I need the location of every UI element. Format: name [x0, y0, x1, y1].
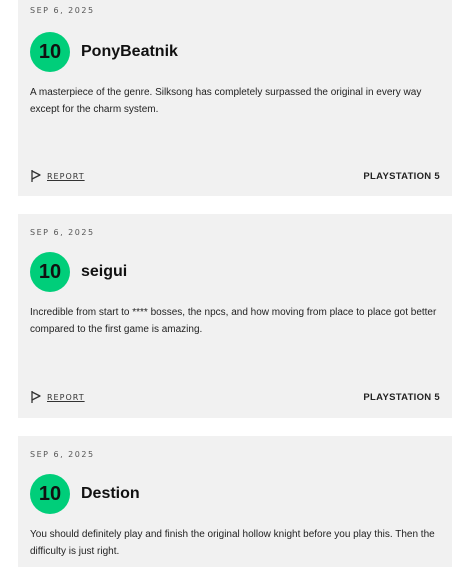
reviewer-name[interactable]: Destion — [81, 485, 140, 503]
reviewer-name[interactable]: seigui — [81, 263, 127, 281]
review-date: SEP 6, 2025 — [30, 228, 95, 237]
reviewer-name[interactable]: PonyBeatnik — [81, 43, 178, 61]
review-text: You should definitely play and finish th… — [30, 529, 435, 557]
review-text: A masterpiece of the genre. Silksong has… — [30, 87, 422, 115]
report-button[interactable]: REPORT — [30, 390, 85, 404]
review-text: Incredible from start to **** bosses, th… — [30, 307, 437, 335]
score-badge: 10 — [30, 474, 70, 514]
review-date: SEP 6, 2025 — [30, 450, 95, 459]
report-button[interactable]: REPORT — [30, 169, 85, 183]
platform-label: PLAYSTATION 5 — [363, 170, 440, 182]
review-header: 10 Destion — [30, 474, 140, 514]
platform-label: PLAYSTATION 5 — [363, 391, 440, 403]
review-date: SEP 6, 2025 — [30, 6, 95, 15]
report-label[interactable]: REPORT — [47, 172, 85, 181]
user-reviews-feed: SEP 6, 2025 10 PonyBeatnik A masterpiece… — [0, 0, 472, 567]
review-card: SEP 6, 2025 10 PonyBeatnik A masterpiece… — [18, 0, 452, 196]
score-badge: 10 — [30, 32, 70, 72]
review-header: 10 PonyBeatnik — [30, 32, 178, 72]
review-header: 10 seigui — [30, 252, 127, 292]
review-card: SEP 6, 2025 10 seigui Incredible from st… — [18, 214, 452, 418]
score-badge: 10 — [30, 252, 70, 292]
flag-icon — [30, 169, 42, 183]
review-footer: REPORT PLAYSTATION 5 — [30, 169, 440, 183]
review-card: SEP 6, 2025 10 Destion You should defini… — [18, 436, 452, 567]
report-label[interactable]: REPORT — [47, 393, 85, 402]
flag-icon — [30, 390, 42, 404]
review-footer: REPORT PLAYSTATION 5 — [30, 390, 440, 404]
